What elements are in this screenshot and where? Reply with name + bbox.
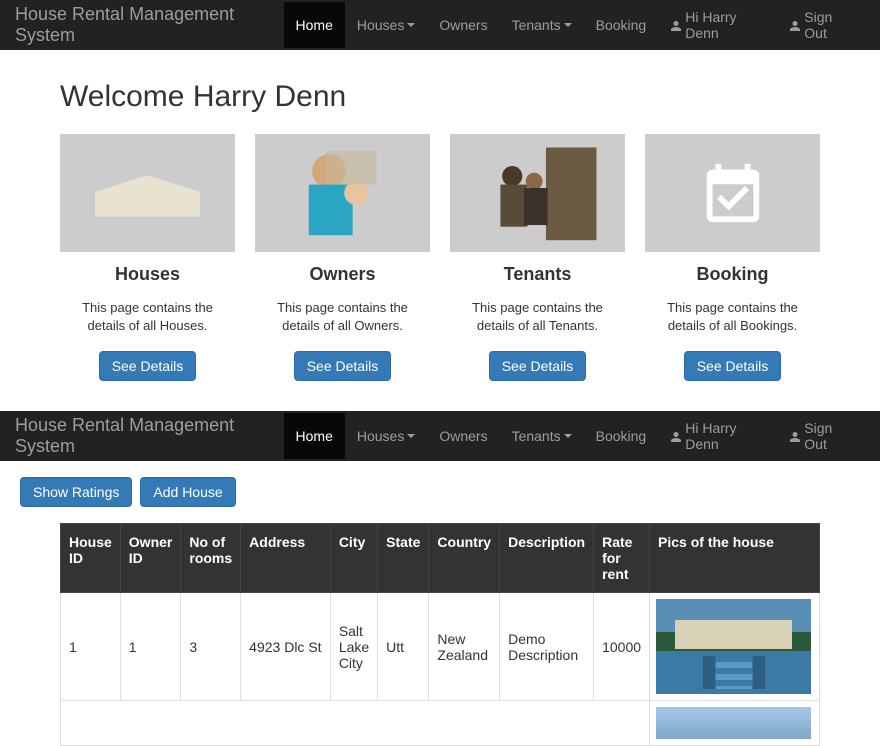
card-desc: This page contains the details of all Bo… [645, 299, 820, 335]
cell-address: 4923 Dlc St [241, 593, 331, 701]
nav-greeting[interactable]: Hi Harry Denn [658, 405, 777, 467]
nav-home[interactable]: Home [284, 413, 345, 459]
booking-image [645, 134, 820, 252]
nav-tenants[interactable]: Tenants [500, 2, 584, 48]
user-icon [670, 430, 682, 442]
show-ratings-button[interactable]: Show Ratings [20, 477, 132, 507]
house-thumbnail[interactable] [656, 599, 811, 694]
cell-house-id: 1 [61, 593, 121, 701]
card-booking: Booking This page contains the details o… [645, 134, 820, 381]
navbar-bottom: House Rental Management System Home Hous… [0, 411, 880, 461]
houses-table: House ID Owner ID No of rooms Address Ci… [60, 523, 820, 746]
user-icon [789, 430, 801, 442]
caret-icon [564, 23, 572, 27]
nav-signout[interactable]: Sign Out [777, 0, 865, 56]
navbar-top: House Rental Management System Home Hous… [0, 0, 880, 50]
welcome-heading: Welcome Harry Denn [60, 80, 820, 114]
nav-booking[interactable]: Booking [584, 413, 659, 459]
th-house-id: House ID [61, 524, 121, 593]
card-desc: This page contains the details of all Ho… [60, 299, 235, 335]
cell-desc: Demo Description [500, 593, 594, 701]
add-house-button[interactable]: Add House [140, 477, 235, 507]
table-header-row: House ID Owner ID No of rooms Address Ci… [61, 524, 820, 593]
user-icon [670, 19, 682, 31]
see-details-button[interactable]: See Details [684, 351, 782, 381]
th-owner-id: Owner ID [120, 524, 181, 593]
nav-houses[interactable]: Houses [345, 413, 427, 459]
cell-pic [650, 593, 820, 701]
caret-icon [407, 434, 415, 438]
table-row: 1 1 3 4923 Dlc St Salt Lake City Utt New… [61, 593, 820, 701]
user-icon [789, 19, 801, 31]
th-pics: Pics of the house [650, 524, 820, 593]
caret-icon [407, 23, 415, 27]
nav-home[interactable]: Home [284, 2, 345, 48]
cell-owner-id: 1 [120, 593, 181, 701]
cell-rooms: 3 [181, 593, 241, 701]
th-address: Address [241, 524, 331, 593]
nav-owners[interactable]: Owners [427, 2, 499, 48]
th-rate: Rate for rent [594, 524, 650, 593]
card-title: Booking [645, 264, 820, 285]
see-details-button[interactable]: See Details [99, 351, 197, 381]
th-city: City [330, 524, 377, 593]
house-thumbnail[interactable] [656, 707, 811, 739]
owners-image [255, 134, 430, 252]
see-details-button[interactable]: See Details [489, 351, 587, 381]
nav-owners[interactable]: Owners [427, 413, 499, 459]
cell-country: New Zealand [429, 593, 500, 701]
th-country: Country [429, 524, 500, 593]
table-row [61, 701, 820, 746]
welcome-section: Welcome Harry Denn Houses This page cont… [0, 50, 880, 411]
nav-greeting[interactable]: Hi Harry Denn [658, 0, 777, 56]
card-title: Tenants [450, 264, 625, 285]
action-row: Show Ratings Add House [20, 477, 860, 507]
nav-houses[interactable]: Houses [345, 2, 427, 48]
card-desc: This page contains the details of all Ow… [255, 299, 430, 335]
cell-state: Utt [378, 593, 429, 701]
see-details-button[interactable]: See Details [294, 351, 392, 381]
th-desc: Description [500, 524, 594, 593]
nav-signout[interactable]: Sign Out [777, 405, 865, 467]
cell-rate: 10000 [594, 593, 650, 701]
cell-city: Salt Lake City [330, 593, 377, 701]
tenants-image [450, 134, 625, 252]
card-owners: Owners This page contains the details of… [255, 134, 430, 381]
house-image [60, 134, 235, 252]
card-desc: This page contains the details of all Te… [450, 299, 625, 335]
card-houses: Houses This page contains the details of… [60, 134, 235, 381]
brand[interactable]: House Rental Management System [15, 415, 276, 457]
calendar-check-icon [698, 158, 768, 228]
card-tenants: Tenants This page contains the details o… [450, 134, 625, 381]
houses-section: Show Ratings Add House House ID Owner ID… [0, 461, 880, 746]
card-title: Owners [255, 264, 430, 285]
nav-booking[interactable]: Booking [584, 2, 659, 48]
card-title: Houses [60, 264, 235, 285]
card-row: Houses This page contains the details of… [60, 134, 820, 381]
nav-tenants[interactable]: Tenants [500, 413, 584, 459]
caret-icon [564, 434, 572, 438]
th-state: State [378, 524, 429, 593]
brand[interactable]: House Rental Management System [15, 4, 276, 46]
th-rooms: No of rooms [181, 524, 241, 593]
cell-pic [650, 701, 820, 746]
